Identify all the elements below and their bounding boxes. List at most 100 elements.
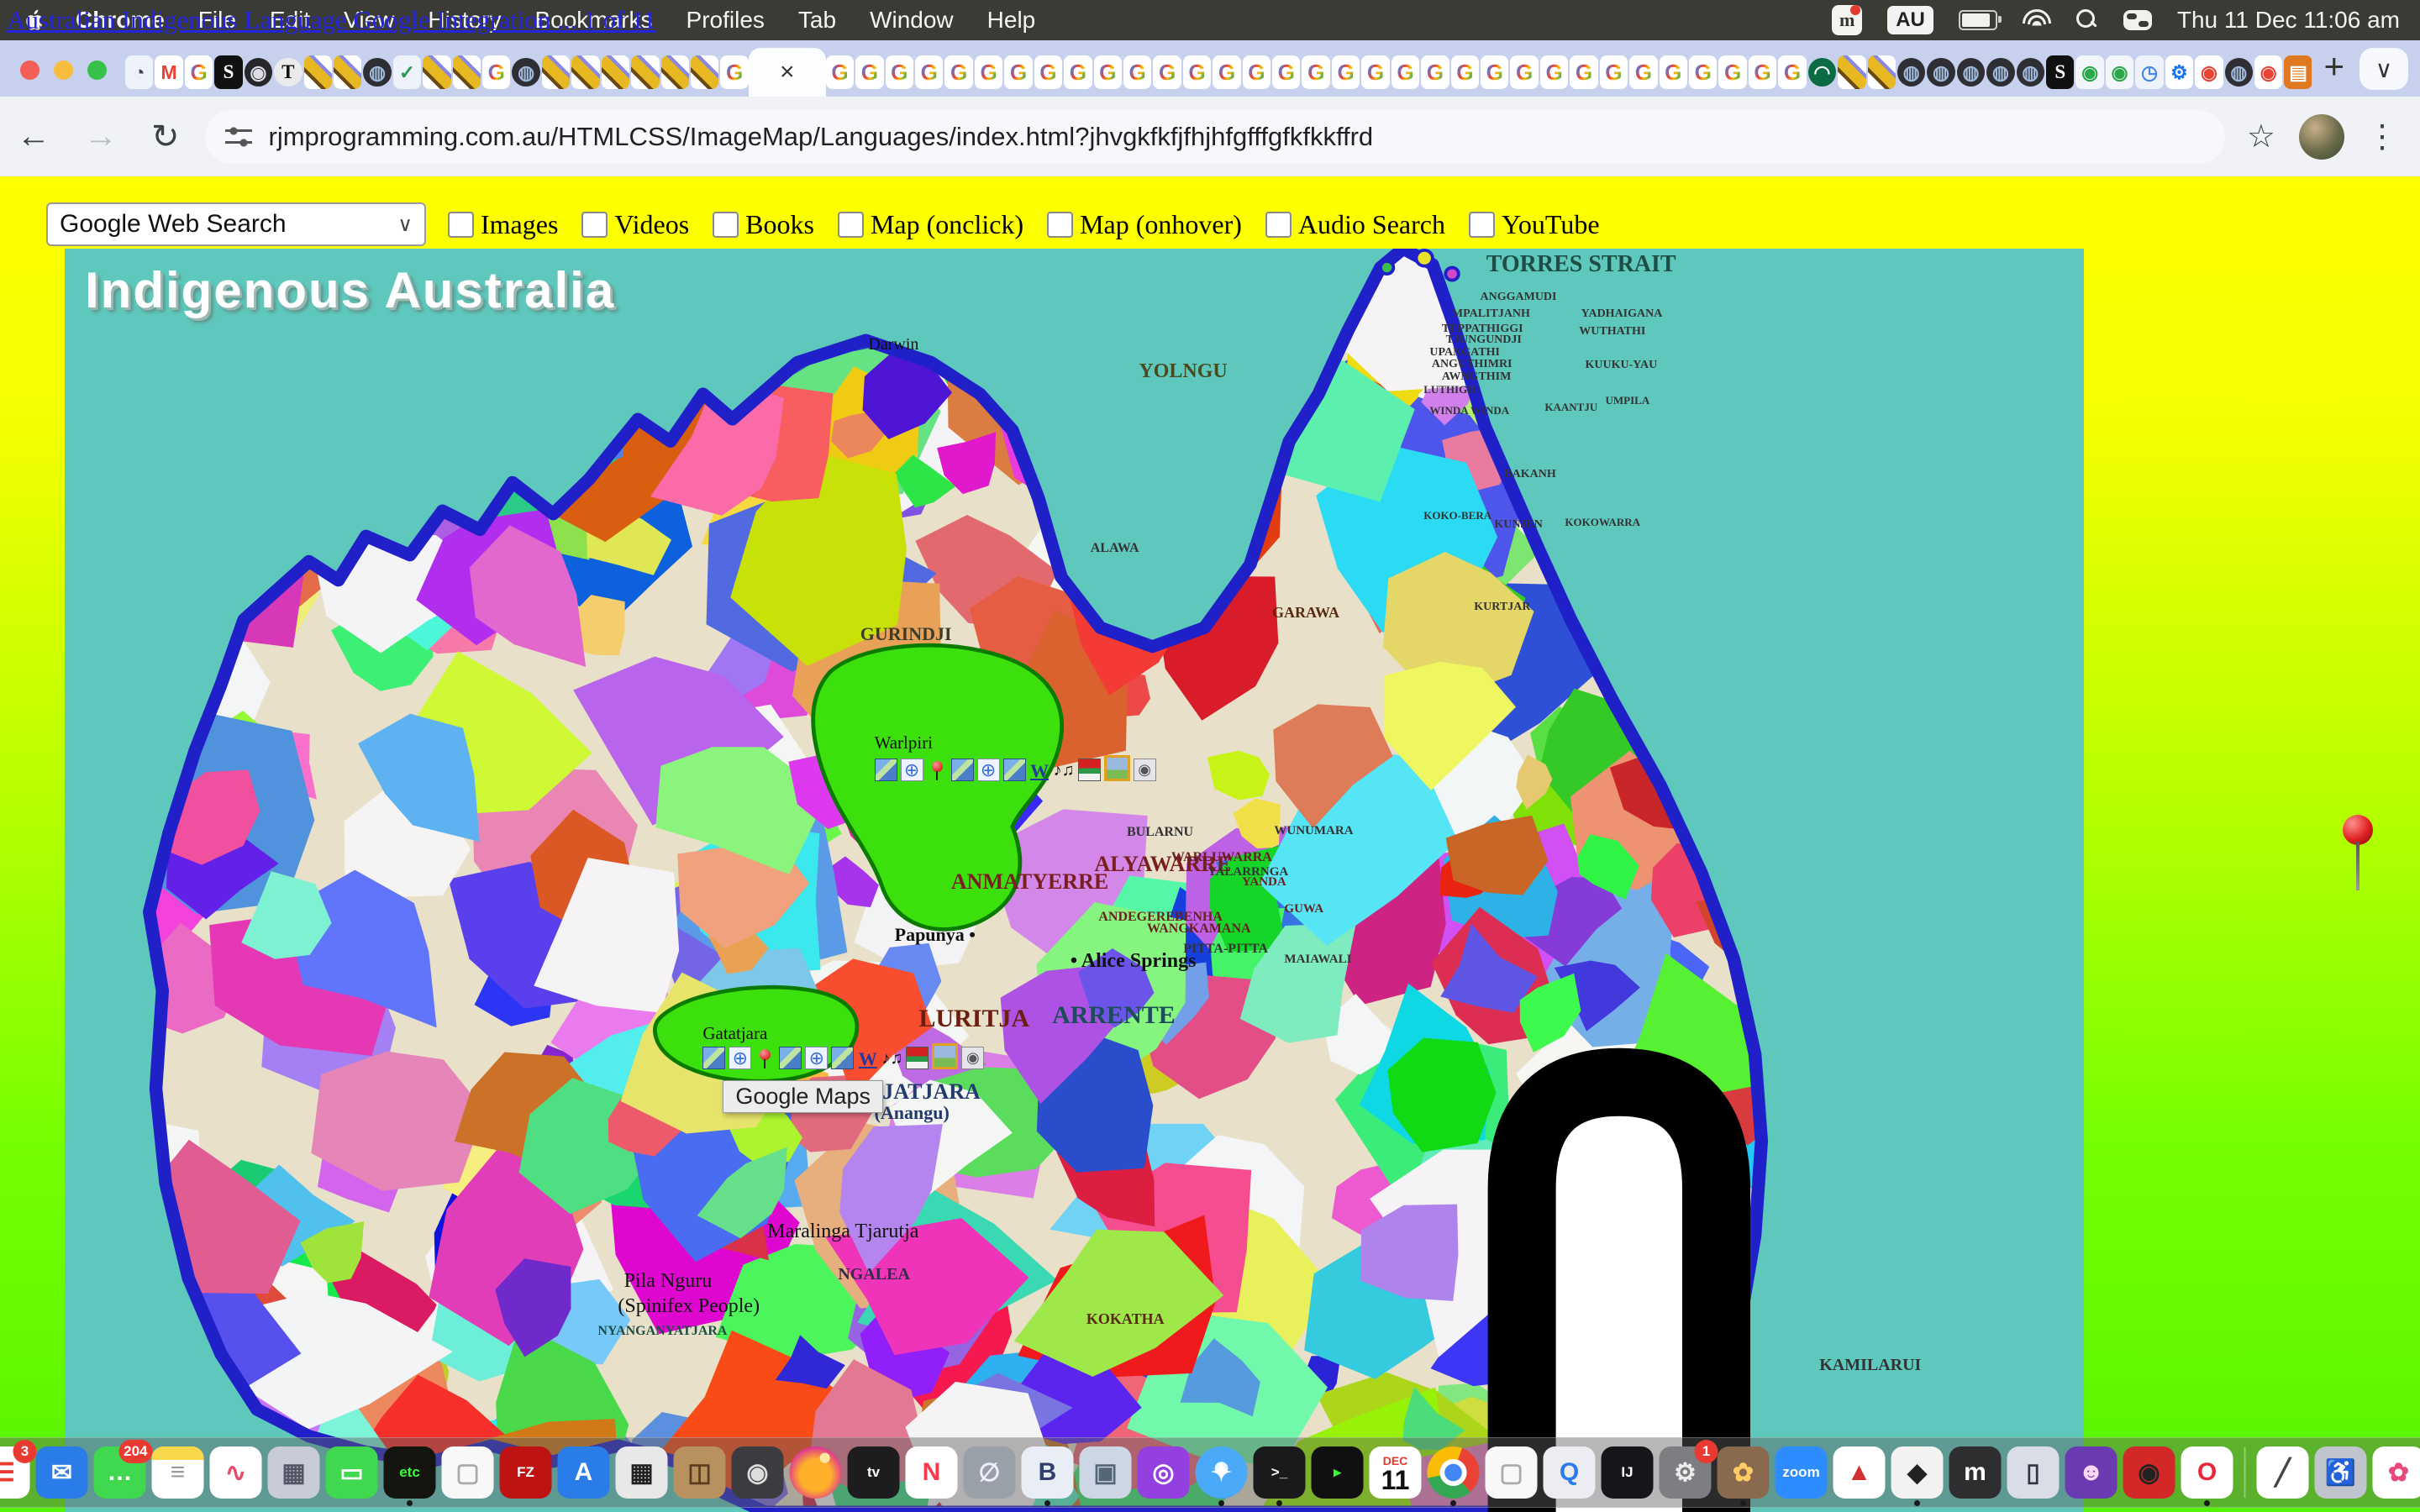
checkbox-images[interactable]: Images [448, 209, 558, 240]
dock-calendar[interactable]: DEC11 [1370, 1446, 1422, 1499]
tab-google[interactable]: G [1064, 55, 1092, 89]
profile-avatar[interactable] [2299, 114, 2344, 160]
hat-link-icon[interactable] [1078, 759, 1101, 781]
tab-google[interactable]: G [855, 55, 883, 89]
tab-google[interactable]: G [1243, 55, 1270, 89]
tab-chrome[interactable]: ◍ [1957, 58, 1985, 87]
tab-google[interactable]: G [1451, 55, 1479, 89]
W-link-icon[interactable]: W [1029, 760, 1050, 781]
dock-news[interactable]: N [906, 1446, 958, 1499]
tab-google[interactable]: G [1153, 55, 1181, 89]
active-tab[interactable]: × [749, 48, 826, 97]
input-source-badge[interactable]: AU [1887, 6, 1933, 34]
tab-google[interactable]: G [1034, 55, 1062, 89]
tab-cam[interactable]: ◉ [245, 58, 272, 87]
dock-chrome[interactable] [1428, 1446, 1480, 1499]
dock-podcasts[interactable]: ◎ [1138, 1446, 1190, 1499]
tab-google[interactable]: G [1540, 55, 1568, 89]
dock-molar-app[interactable]: m [1949, 1446, 2002, 1499]
globe-link-icon[interactable]: ⊕ [901, 759, 923, 781]
dock-facetime[interactable]: ▭ [326, 1446, 378, 1499]
dock-mail[interactable]: ✉ [36, 1446, 88, 1499]
checkbox-box[interactable] [713, 212, 739, 238]
battery-icon[interactable] [1959, 10, 1997, 30]
tab-google[interactable]: G [720, 55, 748, 89]
tab-google[interactable]: G [1094, 55, 1122, 89]
chrome-menu-icon[interactable]: ⋮ [2366, 118, 2398, 155]
indigenous-australia-map[interactable]: Indigenous Australia TORRES STRAITYOLNGU… [65, 249, 2084, 1512]
back-button[interactable]: ← [0, 118, 67, 155]
reload-button[interactable]: ↻ [134, 118, 197, 156]
map-link-icon[interactable] [951, 759, 974, 781]
tab-pin[interactable]: ◉ [2075, 55, 2103, 89]
dock-contacts[interactable]: ◫ [674, 1446, 726, 1499]
tab-chrome[interactable]: ◍ [1897, 58, 1925, 87]
menu-window[interactable]: Window [853, 7, 971, 33]
tab-check[interactable]: ✓ [393, 55, 421, 89]
tab-pencil[interactable] [334, 55, 361, 89]
tab-pencil[interactable] [423, 55, 450, 89]
tab-google[interactable]: G [1778, 55, 1806, 89]
checkbox-books[interactable]: Books [713, 209, 814, 240]
wifi-icon[interactable] [2023, 9, 2051, 31]
dock-notes[interactable]: ≡ [152, 1446, 204, 1499]
dock-inkscape[interactable]: ◆ [1891, 1446, 1944, 1499]
tab-gmail[interactable]: M [155, 55, 182, 89]
menubar-extra-app-icon[interactable]: m [1832, 5, 1862, 35]
tab-gear[interactable]: ⚙ [2165, 55, 2193, 89]
dock-filezilla[interactable]: FZ [500, 1446, 552, 1499]
tab-google[interactable]: G [1421, 55, 1449, 89]
tab-google[interactable]: G [1629, 55, 1657, 89]
tab-pencil[interactable] [691, 55, 718, 89]
dock-pen-app[interactable]: ╱ [2257, 1446, 2309, 1499]
tab-google[interactable]: G [1481, 55, 1508, 89]
tab-pencil[interactable] [453, 55, 481, 89]
tab-clock[interactable]: ◷ [2135, 55, 2163, 89]
music-link-icon[interactable]: ♪♫ [1054, 760, 1075, 781]
dock-accessibility-app[interactable]: ♿ [2315, 1446, 2367, 1499]
tab-chrome[interactable]: ◍ [2017, 58, 2044, 87]
close-tab-icon[interactable]: × [780, 58, 795, 87]
tab-pin[interactable]: ◉ [2106, 55, 2133, 89]
dock-safari[interactable]: ✦ [1196, 1446, 1248, 1499]
dock-terminal-etc[interactable]: etc [384, 1446, 436, 1499]
tab-google[interactable]: G [915, 55, 943, 89]
tab-pencil[interactable] [1868, 55, 1896, 89]
pin-link-icon[interactable] [927, 760, 948, 781]
tab-google[interactable]: G [1689, 55, 1717, 89]
dock-image-viewer[interactable]: ▣ [1080, 1446, 1132, 1499]
dock-cone-app[interactable]: ▲ [1833, 1446, 1886, 1499]
camera-link-icon[interactable]: ◉ [1134, 759, 1156, 781]
tab-chrome[interactable]: ◍ [1927, 58, 1954, 87]
checkbox-box[interactable] [838, 212, 864, 238]
dock-bbedit[interactable]: B [1022, 1446, 1074, 1499]
tab-google[interactable]: G [1361, 55, 1389, 89]
dock-textedit-2[interactable]: ▢ [1486, 1446, 1538, 1499]
dock-reminders[interactable]: ☰3 [0, 1446, 30, 1499]
tab-google[interactable]: G [1272, 55, 1300, 89]
spotlight-icon[interactable] [2076, 9, 2098, 31]
tab-google[interactable]: G [1718, 55, 1746, 89]
tab-google[interactable]: G [1213, 55, 1240, 89]
tab-google[interactable]: G [1510, 55, 1538, 89]
tab-google[interactable]: G [1660, 55, 1687, 89]
search-mode-select[interactable]: Google Web Search ∨ [46, 202, 426, 246]
dock-terminal[interactable]: >_ [1254, 1446, 1306, 1499]
map-link-icon[interactable] [1003, 759, 1026, 781]
tab-pencil[interactable] [661, 55, 689, 89]
tab-google[interactable]: G [1332, 55, 1360, 89]
tab-chrome[interactable]: ◍ [1986, 58, 2014, 87]
tab-s[interactable]: S [2046, 55, 2074, 89]
tab-google[interactable]: G [826, 55, 854, 89]
map-link-icon[interactable] [875, 759, 897, 781]
tab-google[interactable]: G [1123, 55, 1151, 89]
dock-calculator[interactable]: ▦ [616, 1446, 668, 1499]
tab-google[interactable]: G [1392, 55, 1419, 89]
tab-s[interactable]: S [214, 55, 242, 89]
dock-intellij[interactable]: IJ [1602, 1446, 1654, 1499]
zoom-window-button[interactable] [87, 60, 107, 80]
globe-link-icon[interactable]: ⊕ [977, 759, 1000, 781]
tab-pencil[interactable] [304, 55, 332, 89]
tab-nyt[interactable]: T [274, 58, 302, 87]
dock-photos[interactable]: ✿ [2373, 1446, 2420, 1499]
